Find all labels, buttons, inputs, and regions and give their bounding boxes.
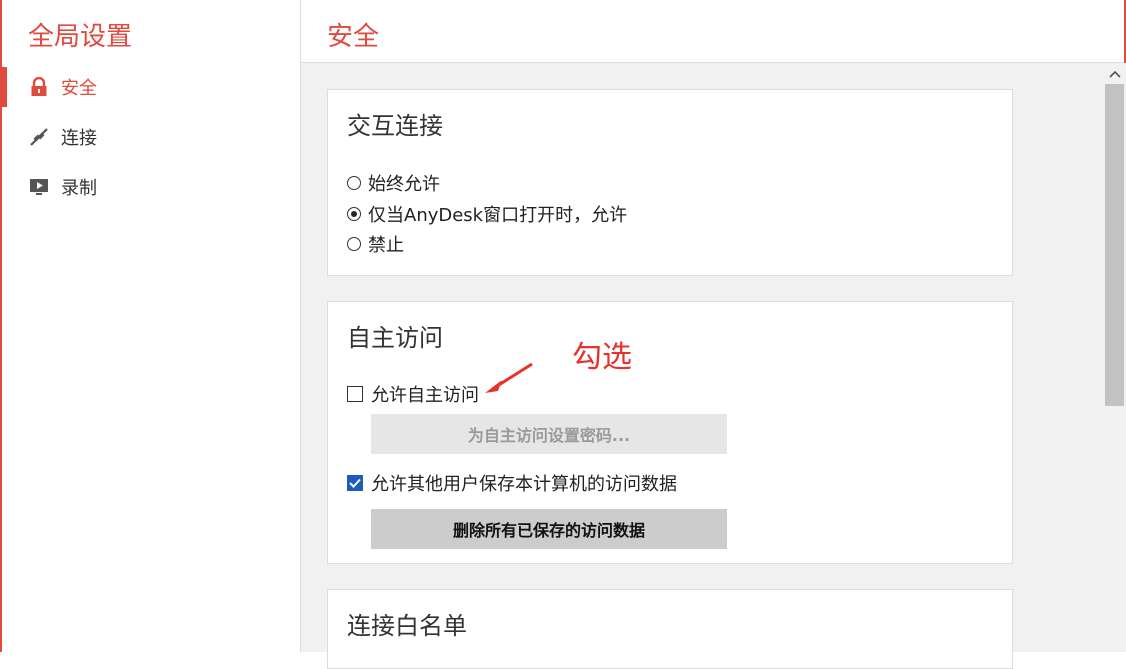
- page-title: 安全: [327, 22, 380, 52]
- sidebar-item-label: 录制: [61, 178, 97, 199]
- radio-button-selected[interactable]: [347, 207, 361, 221]
- radio-button[interactable]: [347, 237, 361, 251]
- scroll-thumb[interactable]: [1105, 84, 1124, 406]
- main-header: 安全: [301, 0, 1126, 63]
- checkbox-label: 允许自主访问: [371, 385, 479, 406]
- recording-icon: [27, 175, 51, 199]
- checkmark-icon: [349, 478, 361, 488]
- save-data-checkbox-row[interactable]: 允许其他用户保存本计算机的访问数据: [347, 470, 677, 496]
- option-label: 始终允许: [368, 174, 440, 195]
- option-label: 禁止: [368, 235, 404, 256]
- checkbox-label: 允许其他用户保存本计算机的访问数据: [371, 474, 677, 495]
- sidebar-item-security[interactable]: 安全: [0, 67, 300, 107]
- set-password-button[interactable]: 为自主访问设置密码...: [371, 414, 727, 454]
- connection-icon: [27, 125, 51, 149]
- radio-allow-when-open[interactable]: 仅当AnyDesk窗口打开时，允许: [347, 201, 627, 227]
- main-panel: 安全 交互连接 始终允许 仅当AnyDesk窗口打开时，允许 禁止 自主访问 允…: [301, 0, 1126, 669]
- radio-always-allow[interactable]: 始终允许: [347, 170, 440, 196]
- card-title: 交互连接: [347, 112, 443, 140]
- scrollbar[interactable]: [1104, 64, 1125, 652]
- radio-button[interactable]: [347, 176, 361, 190]
- whitelist-card: 连接白名单: [327, 589, 1013, 669]
- allow-unattended-checkbox[interactable]: [347, 386, 363, 402]
- save-data-checkbox[interactable]: [347, 475, 363, 491]
- annotation-label: 勾选: [572, 340, 632, 375]
- annotation-arrow-icon: [485, 362, 533, 393]
- option-label: 仅当AnyDesk窗口打开时，允许: [368, 205, 628, 226]
- delete-saved-data-button[interactable]: 删除所有已保存的访问数据: [371, 509, 727, 549]
- settings-window: 全局设置 安全 连接 录制 安全 交互连接 始终允许 仅当AnyDesk窗口打开…: [0, 0, 1126, 669]
- radio-deny[interactable]: 禁止: [347, 231, 404, 257]
- sidebar-item-label: 连接: [61, 128, 97, 149]
- lock-icon: [27, 75, 51, 99]
- sidebar: 全局设置 安全 连接 录制: [0, 0, 301, 652]
- sidebar-item-connection[interactable]: 连接: [2, 117, 300, 157]
- card-title: 连接白名单: [347, 612, 467, 640]
- allow-unattended-checkbox-row[interactable]: 允许自主访问: [347, 381, 479, 407]
- card-title: 自主访问: [347, 324, 443, 352]
- unattended-access-card: 自主访问 允许自主访问 为自主访问设置密码... 允许其他用户保存本计算机的访问…: [327, 301, 1013, 564]
- sidebar-title: 全局设置: [28, 22, 133, 52]
- sidebar-item-label: 安全: [61, 78, 97, 99]
- interactive-connection-card: 交互连接 始终允许 仅当AnyDesk窗口打开时，允许 禁止: [327, 89, 1013, 276]
- scroll-up-icon[interactable]: [1104, 64, 1125, 84]
- sidebar-item-recording[interactable]: 录制: [2, 167, 300, 207]
